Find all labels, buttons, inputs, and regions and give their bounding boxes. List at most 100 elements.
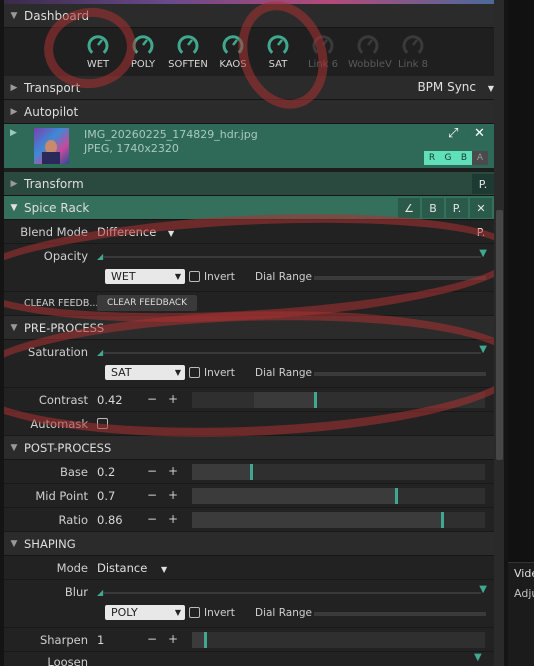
saturation-mod-source[interactable]: SAT ▼ (105, 365, 185, 380)
dial-range-slider[interactable] (314, 612, 486, 616)
slider-handle[interactable] (204, 632, 207, 648)
dial-1[interactable]: WET (78, 33, 118, 70)
mode-value: Distance (97, 561, 148, 575)
automask-checkbox[interactable] (97, 418, 108, 429)
mid-point-value[interactable]: 0.7 (97, 489, 115, 503)
increment-button[interactable]: + (168, 488, 178, 502)
inspector-panel: ▼ Dashboard WET POLY SOFTEN KAOS SAT Link 6 Wo… (4, 0, 504, 666)
chevron-right-icon[interactable]: ▶ (10, 128, 17, 138)
chevron-down-icon[interactable]: ▼ (4, 323, 24, 333)
increment-button[interactable]: + (168, 464, 178, 478)
decrement-button[interactable]: − (147, 464, 157, 478)
slider-fill (254, 392, 314, 408)
chevron-right-icon[interactable]: ▶ (4, 107, 24, 117)
base-value[interactable]: 0.2 (97, 465, 115, 479)
increment-button[interactable]: + (168, 632, 178, 646)
chevron-right-icon[interactable]: ▶ (4, 179, 24, 189)
scrollbar-thumb[interactable] (496, 210, 503, 460)
dial-5[interactable]: SAT (258, 33, 298, 70)
dial-range-slider[interactable] (314, 372, 486, 376)
base-label: Base (59, 465, 88, 479)
decrement-button[interactable]: − (147, 632, 157, 646)
expand-icon[interactable]: ⤢ (448, 126, 458, 141)
saturation-invert-checkbox[interactable] (189, 367, 200, 378)
slider-handle-icon[interactable]: ▼ (474, 652, 482, 663)
dial-knob-icon[interactable] (266, 33, 290, 57)
mod-source-value: WET (111, 270, 136, 283)
side-panel-item[interactable]: Vide (514, 567, 534, 580)
dial-knob-icon[interactable] (131, 33, 155, 57)
chevron-down-icon[interactable]: ▼ (4, 539, 24, 549)
sharpen-slider[interactable] (192, 632, 485, 648)
close-icon[interactable]: ✕ (470, 198, 492, 218)
increment-button[interactable]: + (168, 392, 178, 406)
angle-button[interactable]: ∠ (398, 198, 420, 218)
blur-row: Blur ◢ ▼ POLY ▼ Invert Dial Range (4, 580, 494, 628)
contrast-row: Contrast 0.42 − + (4, 388, 494, 412)
contrast-slider[interactable] (192, 392, 485, 408)
slider-handle-icon[interactable]: ▼ (479, 248, 487, 259)
dial-2[interactable]: POLY (123, 33, 163, 70)
dial-4[interactable]: KAOS (213, 33, 253, 70)
close-icon[interactable]: ✕ (474, 126, 485, 141)
ratio-value[interactable]: 0.86 (97, 513, 123, 527)
mode-dropdown[interactable]: Distance ▼ (97, 561, 167, 575)
sharpen-value[interactable]: 1 (97, 633, 104, 647)
chevron-right-icon[interactable]: ▶ (4, 83, 24, 93)
dial-range-slider[interactable] (314, 276, 486, 280)
preset-button[interactable]: P. (446, 198, 468, 218)
channel-g-toggle[interactable]: G (440, 151, 456, 165)
slider-handle-icon[interactable]: ▼ (479, 584, 487, 595)
base-slider[interactable] (192, 464, 485, 480)
bypass-button[interactable]: B (422, 198, 444, 218)
dial-knob-icon[interactable] (176, 33, 200, 57)
blur-slider[interactable]: ◢ ▼ (97, 584, 487, 597)
slider-handle[interactable] (250, 464, 253, 480)
chevron-down-icon[interactable]: ▼ (4, 203, 24, 213)
slider-handle[interactable] (441, 512, 444, 528)
opacity-mod-source[interactable]: WET ▼ (105, 269, 185, 284)
autopilot-header[interactable]: ▶ Autopilot (4, 100, 494, 124)
blur-invert-checkbox[interactable] (189, 607, 200, 618)
saturation-slider[interactable]: ◢ ▼ (97, 344, 487, 357)
dashboard-header[interactable]: ▼ Dashboard (4, 4, 494, 28)
blend-p-button[interactable]: P. (470, 222, 492, 242)
chevron-down-icon[interactable]: ▼ (4, 11, 24, 21)
slider-handle[interactable] (395, 488, 398, 504)
transform-p-button[interactable]: P. (472, 174, 494, 194)
slider-fill (192, 512, 441, 528)
dial-knob-icon[interactable] (221, 33, 245, 57)
decrement-button[interactable]: − (147, 512, 157, 526)
slider-handle-icon[interactable]: ▼ (479, 344, 487, 355)
increment-button[interactable]: + (168, 512, 178, 526)
bpm-sync-dropdown[interactable]: BPM Sync ▼ (417, 80, 494, 94)
clear-feedback-button[interactable]: CLEAR FEEDBACK (97, 295, 197, 311)
slider-handle[interactable] (314, 392, 317, 408)
shaping-header[interactable]: ▼ SHAPING (4, 532, 494, 556)
decrement-button[interactable]: − (147, 488, 157, 502)
chevron-down-icon[interactable]: ▼ (4, 443, 24, 453)
spice-rack-header[interactable]: ▼ Spice Rack ∠ B P. ✕ (4, 196, 494, 220)
transport-header[interactable]: ▶ Transport BPM Sync ▼ (4, 76, 494, 100)
source-item[interactable]: ▶ IMG_20260225_174829_hdr.jpg JPEG, 1740… (4, 124, 494, 168)
side-panel-item[interactable]: Adju (514, 587, 534, 600)
channel-a-toggle[interactable]: A (472, 151, 488, 165)
opacity-slider[interactable]: ◢ ▼ (97, 248, 487, 261)
dial-3[interactable]: SOFTEN (168, 33, 208, 70)
dial-knob-icon[interactable] (86, 33, 110, 57)
channel-b-toggle[interactable]: B (456, 151, 472, 165)
bpm-sync-label: BPM Sync (417, 80, 477, 94)
pre-process-header[interactable]: ▼ PRE-PROCESS (4, 316, 494, 340)
dropdown-arrow-icon: ▼ (174, 608, 181, 617)
contrast-value[interactable]: 0.42 (97, 393, 123, 407)
blur-mod-source[interactable]: POLY ▼ (105, 605, 185, 620)
transform-header[interactable]: ▶ Transform P. (4, 172, 494, 196)
channel-r-toggle[interactable]: R (424, 151, 440, 165)
ratio-slider[interactable] (192, 512, 485, 528)
mid-point-slider[interactable] (192, 488, 485, 504)
blend-mode-dropdown[interactable]: Difference ▼ (97, 225, 174, 239)
dropdown-arrow-icon: ▼ (174, 272, 181, 281)
post-process-header[interactable]: ▼ POST-PROCESS (4, 436, 494, 460)
opacity-invert-checkbox[interactable] (189, 271, 200, 282)
decrement-button[interactable]: − (147, 392, 157, 406)
